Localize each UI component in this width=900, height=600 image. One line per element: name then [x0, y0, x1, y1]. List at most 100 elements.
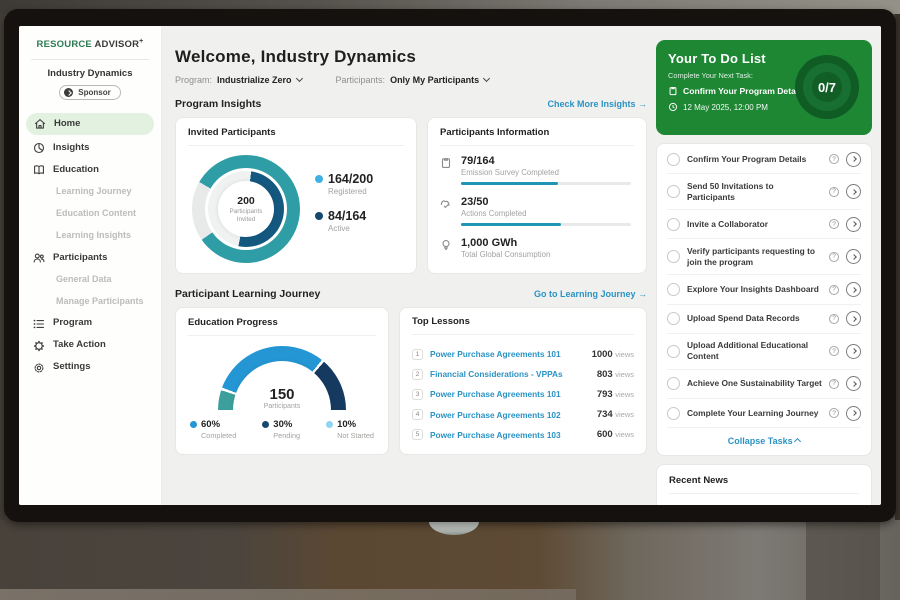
brand-part2: ADVISOR+	[94, 39, 143, 50]
page-title: Welcome, Industry Dynamics	[175, 47, 647, 67]
legend-dot	[262, 421, 269, 428]
chevron-right-icon[interactable]	[846, 152, 861, 167]
education-progress-card: Education Progress 150 Participants 60%	[175, 307, 389, 455]
sidebar-item-general-data[interactable]: General Data	[19, 269, 161, 291]
sidebar-item-program[interactable]: Program	[19, 313, 161, 335]
lesson-link[interactable]: Power Purchase Agreements 102	[430, 410, 590, 420]
list-icon	[33, 318, 45, 330]
todo-item[interactable]: Explore Your Insights Dashboard ?	[667, 275, 861, 304]
donut-legend: 164/200 Registered 84/164 Active	[315, 172, 373, 246]
todo-checkbox[interactable]	[667, 345, 680, 358]
todo-item[interactable]: Invite a Collaborator ?	[667, 210, 861, 239]
chevron-right-icon[interactable]	[846, 282, 861, 297]
legend-dot	[326, 421, 333, 428]
program-filter-value: Industrialize Zero	[217, 75, 292, 85]
consumption-row: 1,000 GWh Total Global Consumption	[440, 237, 634, 259]
todo-progress-ring: 0/7	[795, 55, 859, 119]
rank-badge: 5	[412, 429, 423, 440]
todo-item[interactable]: Verify participants requesting to join t…	[667, 239, 861, 275]
legend-not-started: 10% Not Started	[326, 419, 374, 440]
todo-item[interactable]: Send 50 Invitations to Participants ?	[667, 174, 861, 210]
actions-completed-row: 23/50 Actions Completed	[440, 196, 634, 226]
todo-checkbox[interactable]	[667, 312, 680, 325]
sidebar-item-take-action[interactable]: Take Action	[19, 335, 161, 357]
sidebar-item-learning-journey[interactable]: Learning Journey	[19, 181, 161, 203]
survey-icon	[440, 157, 452, 169]
sidebar-item-education-content[interactable]: Education Content	[19, 203, 161, 225]
help-icon[interactable]: ?	[829, 219, 839, 229]
invited-participants-card: Invited Participants 200 Participants In…	[175, 117, 417, 274]
chevron-right-icon[interactable]	[846, 217, 861, 232]
todo-item[interactable]: Achieve One Sustainability Target ?	[667, 370, 861, 399]
todo-checkbox[interactable]	[667, 407, 680, 420]
arrow-right-icon: →	[638, 289, 647, 299]
emission-survey-row: 79/164 Emission Survey Completed	[440, 155, 634, 185]
insights-cards-row: Invited Participants 200 Participants In…	[175, 117, 647, 274]
chevron-right-icon[interactable]	[846, 184, 861, 199]
home-icon	[34, 118, 46, 130]
rank-badge: 1	[412, 349, 423, 360]
legend-active: 84/164 Active	[315, 209, 373, 233]
todo-item[interactable]: Upload Additional Educational Content ?	[667, 334, 861, 370]
lesson-row: 4 Power Purchase Agreements 102 734 view…	[412, 405, 634, 425]
lesson-link[interactable]: Power Purchase Agreements 103	[430, 430, 590, 440]
help-icon[interactable]: ?	[829, 154, 839, 164]
sidebar-item-home[interactable]: Home	[26, 113, 154, 135]
lesson-row: 2 Financial Considerations - VPPAs 803 v…	[412, 364, 634, 384]
help-icon[interactable]: ?	[829, 408, 839, 418]
todo-item[interactable]: Complete Your Learning Journey ?	[667, 399, 861, 428]
sidebar-item-settings[interactable]: Settings	[19, 357, 161, 379]
card-title: Top Lessons	[412, 316, 634, 335]
invited-donut-chart: 200 Participants Invited	[192, 155, 300, 263]
lesson-link[interactable]: Financial Considerations - VPPAs	[430, 369, 590, 379]
todo-checkbox[interactable]	[667, 185, 680, 198]
sidebar-item-learning-insights[interactable]: Learning Insights	[19, 225, 161, 247]
chevron-right-icon[interactable]	[846, 406, 861, 421]
todo-checkbox[interactable]	[667, 283, 680, 296]
collapse-tasks-link[interactable]: Collapse Tasks	[667, 428, 861, 451]
chevron-right-icon[interactable]	[846, 344, 861, 359]
help-icon[interactable]: ?	[829, 252, 839, 262]
brand-part1: RESOURCE	[37, 39, 92, 50]
participants-filter-value: Only My Participants	[390, 75, 479, 85]
chevron-right-icon[interactable]	[846, 311, 861, 326]
progress-track	[461, 182, 631, 185]
sidebar-item-insights[interactable]: Insights	[19, 137, 161, 159]
todo-item[interactable]: Upload Spend Data Records ?	[667, 305, 861, 334]
rank-badge: 2	[412, 369, 423, 380]
program-filter[interactable]: Program: Industrialize Zero	[175, 75, 302, 85]
background-shadow-bar	[806, 518, 880, 600]
rank-badge: 3	[412, 389, 423, 400]
chevron-right-icon[interactable]	[846, 249, 861, 264]
todo-item[interactable]: Confirm Your Program Details ?	[667, 145, 861, 174]
help-icon[interactable]: ?	[829, 187, 839, 197]
go-to-learning-journey-link[interactable]: Go to Learning Journey →	[534, 289, 647, 299]
help-icon[interactable]: ?	[829, 314, 839, 324]
todo-checkbox[interactable]	[667, 153, 680, 166]
main-content: Welcome, Industry Dynamics Program: Indu…	[162, 26, 881, 505]
sidebar-item-manage-participants[interactable]: Manage Participants	[19, 291, 161, 313]
todo-checkbox[interactable]	[667, 250, 680, 263]
check-more-insights-link[interactable]: Check More Insights →	[547, 99, 647, 109]
help-icon[interactable]: ?	[829, 346, 839, 356]
participants-icon	[33, 252, 45, 264]
sponsor-badge[interactable]: Sponsor	[59, 85, 120, 100]
card-title: Education Progress	[188, 317, 376, 336]
lesson-link[interactable]: Power Purchase Agreements 101	[430, 349, 585, 359]
participants-filter[interactable]: Participants: Only My Participants	[336, 75, 490, 85]
filter-bar: Program: Industrialize Zero Participants…	[175, 75, 647, 85]
top-lessons-card: Top Lessons 1 Power Purchase Agreements …	[399, 307, 647, 455]
legend-registered: 164/200 Registered	[315, 172, 373, 196]
lesson-link[interactable]: Power Purchase Agreements 101	[430, 389, 590, 399]
chevron-down-icon	[483, 75, 490, 82]
gauge-center-label: Participants	[218, 403, 346, 410]
legend-pending: 30% Pending	[262, 419, 300, 440]
sidebar-item-participants[interactable]: Participants	[19, 247, 161, 269]
sidebar-item-education[interactable]: Education	[19, 159, 161, 181]
help-icon[interactable]: ?	[829, 379, 839, 389]
help-icon[interactable]: ?	[829, 285, 839, 295]
todo-checkbox[interactable]	[667, 218, 680, 231]
chevron-right-icon[interactable]	[846, 376, 861, 391]
donut-center-label: Participants Invited	[224, 208, 268, 223]
todo-checkbox[interactable]	[667, 377, 680, 390]
